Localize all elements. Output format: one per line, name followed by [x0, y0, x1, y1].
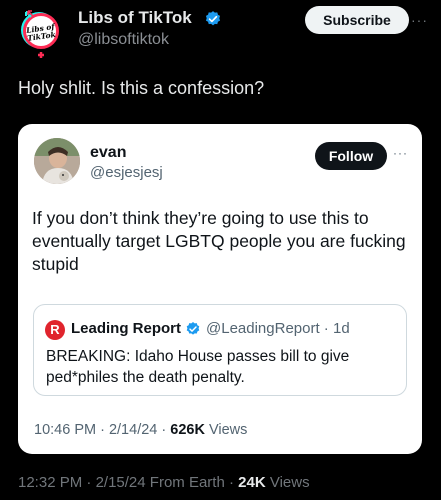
tweet-meta: 12:32 PM · 2/15/24 From Earth · 24K View… [18, 474, 310, 491]
tweet-date: 2/15/24 [95, 474, 146, 491]
more-options-icon[interactable]: ··· [411, 12, 428, 28]
avatar[interactable]: Libs of TikTok [18, 8, 64, 58]
leading-report-logo-icon: R [45, 320, 65, 340]
tweet-time: 12:32 PM [18, 474, 83, 491]
quoted-author-handle[interactable]: @esjesjesj [90, 164, 163, 181]
nested-tweet-age: 1d [332, 320, 350, 337]
follow-button[interactable]: Follow [315, 142, 387, 170]
quoted-more-options-icon[interactable]: ··· [393, 146, 408, 160]
quoted-tweet-card[interactable]: evan @esjesjesj Follow ··· If you don’t … [18, 124, 422, 454]
nested-quote-card[interactable]: R Leading Report @LeadingReport · 1d BRE… [33, 304, 407, 396]
quoted-tweet-meta: 10:46 PM · 2/14/24 · 626K Views [34, 422, 248, 438]
quoted-views-count: 626K [170, 422, 205, 438]
nested-author-name[interactable]: Leading Report [71, 320, 181, 337]
quoted-tweet-time: 10:46 PM [34, 422, 97, 438]
quoted-tweet-date: 2/14/24 [108, 422, 158, 438]
tweet-header: Libs of TikTok Libs of TikTok @libsoftik… [18, 6, 428, 58]
subscribe-button[interactable]: Subscribe [305, 6, 409, 34]
quoted-views-label: Views [208, 422, 248, 438]
tweet-source: From Earth [149, 474, 225, 491]
quoted-avatar[interactable] [34, 138, 80, 184]
nested-author-meta: @LeadingReport · 1d [206, 320, 350, 337]
nested-author-handle[interactable]: @LeadingReport [206, 320, 320, 337]
tweet-text: Holy shlit. Is this a confession? [18, 78, 265, 98]
quoted-tweet-text: If you don’t think they’re going to use … [32, 208, 406, 274]
author-handle[interactable]: @libsoftiktok [78, 31, 169, 49]
nested-tweet-text: BREAKING: Idaho House passes bill to giv… [46, 348, 350, 386]
profile-photo [34, 138, 80, 184]
verified-badge-icon [205, 11, 221, 26]
views-count: 24K [238, 474, 266, 491]
author-name[interactable]: Libs of TikTok [78, 8, 192, 28]
views-label: Views [269, 474, 310, 491]
verified-badge-icon [186, 322, 200, 335]
quoted-author-name[interactable]: evan [90, 144, 126, 162]
venus-icon [25, 10, 44, 58]
